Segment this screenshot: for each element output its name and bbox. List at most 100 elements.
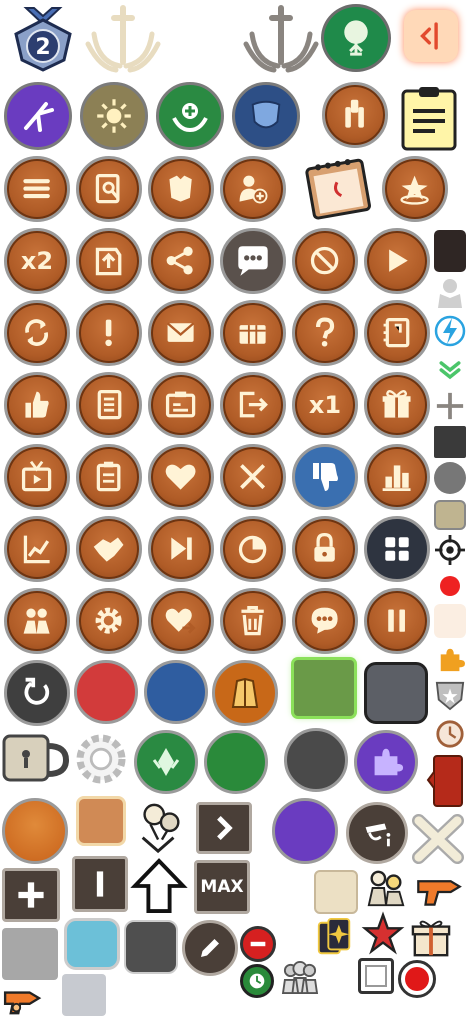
remove-icon[interactable] [240, 926, 276, 962]
green-timer-icon [240, 964, 274, 998]
blue-mask-icon[interactable] [232, 82, 300, 150]
pause-button[interactable] [364, 588, 430, 654]
beige-square-swatch [434, 500, 466, 530]
minus-vertical-button[interactable] [72, 856, 128, 912]
favorite-button[interactable] [148, 444, 214, 510]
dark-tile-button[interactable] [124, 920, 178, 974]
exit-button[interactable] [220, 372, 286, 438]
lock-button[interactable] [292, 516, 358, 582]
leaderboard-button[interactable] [364, 444, 430, 510]
team-button[interactable] [4, 588, 70, 654]
light-gray-tile [62, 974, 106, 1016]
record-button[interactable] [398, 960, 436, 998]
purple-orb-button[interactable] [272, 798, 338, 864]
block-button[interactable] [292, 228, 358, 294]
puzzle-purple-button[interactable] [354, 730, 418, 794]
notebook-button[interactable] [76, 372, 142, 438]
alert-button[interactable] [76, 300, 142, 366]
cream-square-swatch [434, 604, 466, 638]
ornate-cards-icon [314, 916, 356, 960]
green-orb-button[interactable] [204, 730, 268, 794]
settings-button[interactable] [76, 588, 142, 654]
add-button[interactable] [2, 868, 60, 922]
tan-item-slot[interactable] [76, 796, 126, 846]
white-gear-icon[interactable] [72, 730, 130, 788]
red-dot-icon [440, 576, 460, 596]
knight-silhouette-icon [434, 276, 466, 310]
max-button[interactable]: MAX [194, 860, 250, 914]
empty-checkbox[interactable] [358, 958, 394, 994]
battle-swords-button[interactable] [220, 444, 286, 510]
add-user-button[interactable] [220, 156, 286, 222]
speed-x1-label: x1 [308, 391, 342, 419]
red-orb-button[interactable] [74, 660, 138, 724]
delete-button[interactable] [220, 588, 286, 654]
claw-icon[interactable] [4, 82, 72, 150]
healing-hands-icon[interactable] [156, 82, 224, 150]
pie-chart-button[interactable] [220, 516, 286, 582]
edit-pencil-button[interactable] [182, 920, 238, 976]
id-card-button[interactable] [148, 372, 214, 438]
collapse-panel-button[interactable] [404, 10, 458, 62]
gift-box-icon [410, 918, 452, 960]
summon-portal-button[interactable] [382, 156, 448, 222]
sun-emblem-icon[interactable] [80, 82, 148, 150]
close-icon[interactable] [410, 812, 466, 866]
refresh-button[interactable] [4, 300, 70, 366]
sky-blue-tile-button[interactable] [64, 918, 120, 970]
robe-button[interactable] [212, 660, 278, 726]
dark-gray-orb-button[interactable] [284, 728, 348, 792]
chat-dark-button[interactable] [220, 228, 286, 294]
speed-x1-button[interactable]: x1 [292, 372, 358, 438]
next-page-button[interactable] [196, 802, 252, 854]
arrow-up-icon[interactable] [130, 856, 188, 916]
help-button[interactable] [292, 300, 358, 366]
task-list-button[interactable] [76, 444, 142, 510]
play-button[interactable] [364, 228, 430, 294]
detective-info-button[interactable] [346, 802, 408, 864]
treasure-chest-button[interactable] [220, 300, 286, 366]
rank-medal-icon: 2 [6, 4, 80, 74]
tv-button[interactable] [4, 444, 70, 510]
rank-level-text: 2 [35, 35, 50, 60]
skip-forward-button[interactable] [148, 516, 214, 582]
grid-view-button[interactable] [364, 516, 430, 582]
blaster-small-icon [2, 984, 44, 1018]
slate-square-button[interactable] [364, 662, 428, 724]
plus-gray-icon [434, 390, 466, 422]
armor-button[interactable] [148, 156, 214, 222]
gray-circle-swatch [434, 462, 466, 494]
gray-tile[interactable] [2, 928, 58, 980]
clipboard-icon[interactable] [396, 82, 462, 154]
hammers-orb-icon[interactable] [322, 82, 388, 148]
stone-padlock-icon[interactable] [2, 730, 70, 786]
red-banner-tab[interactable] [426, 754, 464, 808]
reset-button[interactable] [4, 660, 70, 726]
speed-x2-button[interactable]: x2 [4, 228, 70, 294]
search-document-button[interactable] [76, 156, 142, 222]
puzzle-orange-icon [436, 644, 466, 674]
share-button[interactable] [148, 228, 214, 294]
menu-button[interactable] [4, 156, 70, 222]
calendar-book-icon[interactable] [302, 154, 376, 222]
pin-figures-icon [132, 800, 188, 856]
upgrade-arrow-button[interactable] [76, 228, 142, 294]
stats-chart-button[interactable] [4, 516, 70, 582]
gift-button[interactable] [364, 372, 430, 438]
chat-button[interactable] [292, 588, 358, 654]
share-love-button[interactable] [148, 588, 214, 654]
max-label: MAX [200, 877, 244, 897]
mail-button[interactable] [148, 300, 214, 366]
dislike-button[interactable] [292, 444, 358, 510]
handshake-button[interactable] [76, 516, 142, 582]
selected-green-frame[interactable] [294, 660, 354, 716]
orange-orb-button[interactable] [2, 798, 68, 864]
like-button[interactable] [4, 372, 70, 438]
green-crystal-orb-icon[interactable] [134, 730, 198, 794]
red-star-icon [361, 911, 405, 956]
charcoal-square-swatch [434, 426, 466, 458]
blue-orb-button[interactable] [144, 660, 208, 724]
chevron-down-double-icon [434, 356, 466, 384]
record-dot-icon [405, 967, 429, 991]
journal-button[interactable] [364, 300, 430, 366]
